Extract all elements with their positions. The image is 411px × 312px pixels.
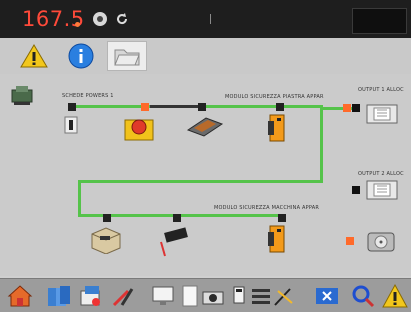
node-black bbox=[103, 214, 111, 222]
warning-button[interactable] bbox=[14, 41, 54, 71]
node-black bbox=[173, 214, 181, 222]
cut-icon[interactable] bbox=[270, 283, 296, 309]
warning-icon bbox=[20, 44, 48, 68]
connector-line bbox=[320, 105, 323, 183]
emergency-stop-icon[interactable] bbox=[123, 114, 155, 142]
node-black bbox=[198, 103, 206, 111]
status-dot bbox=[75, 22, 80, 27]
toolbar bbox=[0, 38, 411, 75]
safety-module-icon[interactable] bbox=[266, 113, 288, 143]
info-icon bbox=[68, 43, 94, 69]
home-icon[interactable] bbox=[7, 283, 33, 309]
bottom-toolbar bbox=[0, 278, 411, 312]
label-output-2: OUTPUT 2 ALLOC bbox=[358, 171, 404, 177]
tools-icon[interactable] bbox=[110, 283, 136, 309]
machine-icon[interactable] bbox=[10, 84, 36, 106]
refresh-icon[interactable] bbox=[114, 11, 130, 27]
diagram-canvas: SCHEDE POWERS 1 MODULO SICUREZZA PIASTRA… bbox=[0, 74, 411, 276]
sensor-icon[interactable] bbox=[155, 224, 193, 258]
divider bbox=[210, 14, 211, 24]
label-power: SCHEDE POWERS 1 bbox=[62, 93, 114, 99]
files-icon[interactable] bbox=[46, 283, 72, 309]
cable-line bbox=[150, 105, 202, 108]
connector-line bbox=[78, 180, 81, 217]
folder-button[interactable] bbox=[107, 41, 147, 71]
bluetooth-icon[interactable] bbox=[314, 283, 340, 309]
safety-module-icon[interactable] bbox=[266, 224, 288, 254]
folder-icon bbox=[114, 49, 140, 66]
node-black bbox=[276, 103, 284, 111]
connector-line bbox=[78, 180, 323, 183]
node-black bbox=[278, 214, 286, 222]
switch-icon[interactable] bbox=[64, 116, 78, 134]
node-orange bbox=[141, 103, 149, 111]
display-icon[interactable] bbox=[150, 283, 176, 309]
node-black bbox=[352, 104, 360, 112]
camera-icon[interactable] bbox=[200, 283, 226, 309]
status-panel bbox=[352, 8, 407, 34]
node-orange bbox=[343, 104, 351, 112]
output-device-icon[interactable] bbox=[366, 102, 398, 124]
node-black bbox=[68, 103, 76, 111]
node-orange bbox=[346, 237, 354, 245]
relay-box-icon[interactable] bbox=[88, 224, 122, 254]
network-icon[interactable] bbox=[78, 283, 104, 309]
label-safety-machine: MODULO SICUREZZA MACCHINA APPAR bbox=[214, 205, 320, 211]
status-bar: 167.5 bbox=[0, 0, 411, 38]
node-black bbox=[352, 186, 360, 194]
search-icon[interactable] bbox=[350, 283, 376, 309]
label-safety-plate: MODULO SICUREZZA PIASTRA APPAR bbox=[225, 94, 324, 100]
output-device-icon[interactable] bbox=[366, 178, 398, 200]
warning-icon[interactable] bbox=[382, 283, 408, 309]
app-window: 167.5 SCHEDE POWERS 1 MODULO SICUREZZA P… bbox=[0, 0, 411, 312]
value-readout: 167.5 bbox=[22, 7, 85, 31]
info-button[interactable] bbox=[61, 41, 101, 71]
pedal-icon[interactable] bbox=[186, 114, 224, 138]
settings-icon[interactable] bbox=[92, 11, 108, 27]
label-output-1: OUTPUT 1 ALLOC bbox=[358, 87, 404, 93]
hard-drive-icon[interactable] bbox=[366, 230, 396, 254]
